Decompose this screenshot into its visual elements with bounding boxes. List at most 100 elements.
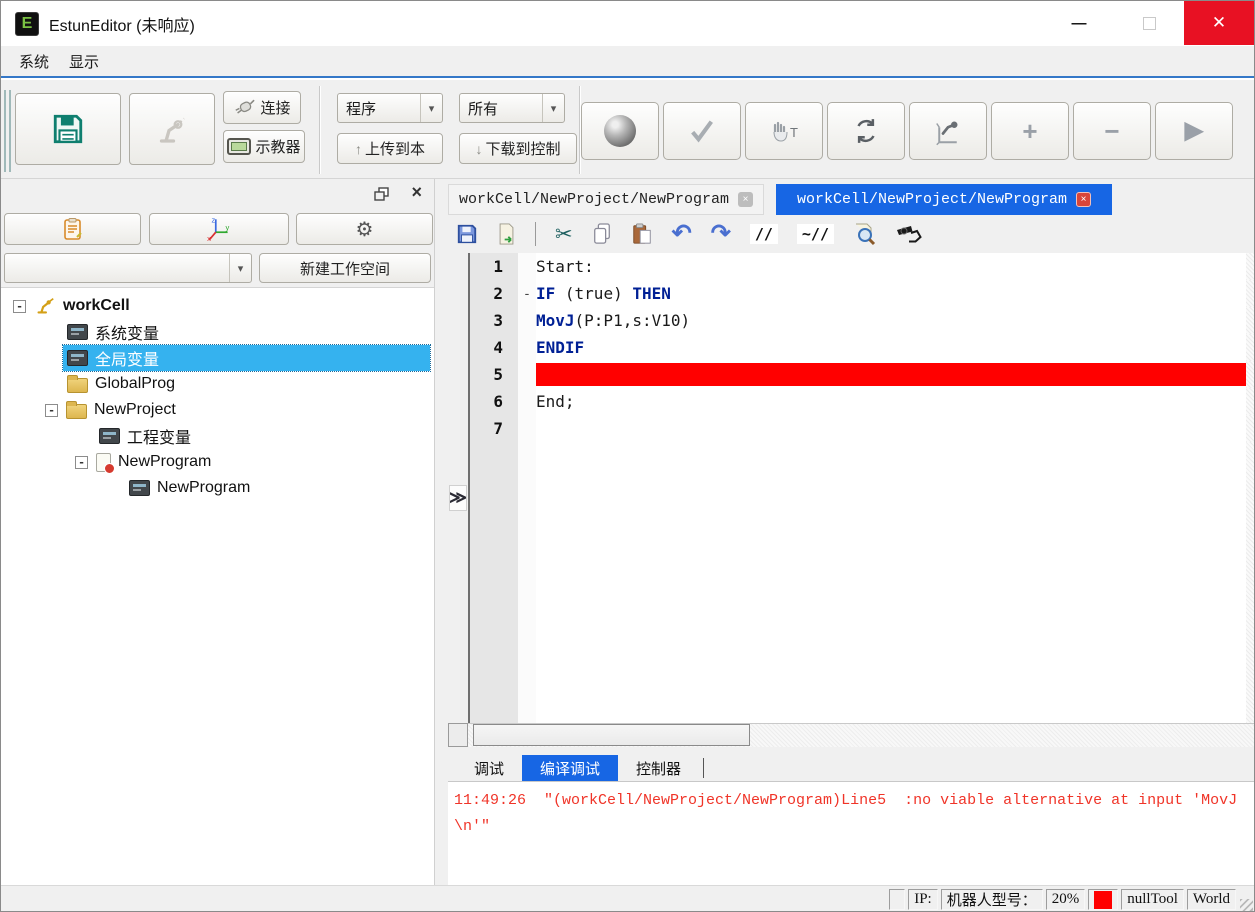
uncomment-button[interactable]: ~// (797, 224, 834, 244)
run-button[interactable]: ▶ (1155, 102, 1233, 160)
tab-controller[interactable]: 控制器 (618, 755, 699, 781)
expander-icon[interactable]: - (75, 456, 88, 469)
vertical-scrollbar-track[interactable] (1246, 361, 1255, 388)
paste-button[interactable] (631, 223, 653, 245)
tree-item-label: 全局变量 (95, 346, 159, 370)
robot-coordinate-button[interactable] (909, 102, 987, 160)
close-panel-icon[interactable]: × (411, 182, 422, 203)
code-line[interactable]: 3 MovJ(P:P1,s:V10) (470, 307, 1255, 334)
tree-item-global-vars[interactable]: 全局变量 (1, 345, 434, 371)
connect-button[interactable]: 连接 (223, 91, 301, 124)
expander-icon[interactable]: - (45, 404, 58, 417)
tab-close-icon[interactable]: × (1076, 192, 1091, 207)
settings-button[interactable]: ⚙ (296, 213, 433, 245)
workspace-select[interactable]: ▾ (4, 253, 252, 283)
code-area[interactable]: 1 Start: 2- IF (true) THEN 3 MovJ(P:P1,s… (468, 253, 1255, 723)
tree-item-newproject[interactable]: - NewProject (1, 397, 434, 423)
zoom-in-button[interactable]: + (991, 102, 1069, 160)
vertical-scrollbar-track[interactable] (1246, 280, 1255, 307)
close-button[interactable]: ✕ (1184, 1, 1254, 45)
toolbar-grip[interactable] (4, 90, 11, 172)
vertical-scrollbar-track[interactable] (1246, 388, 1255, 415)
vertical-scrollbar-track[interactable] (1246, 334, 1255, 361)
coordinate-frame-button[interactable]: zyx (149, 213, 289, 245)
expand-panel-button[interactable]: ≫ (449, 485, 467, 511)
tree-item-workcell[interactable]: - workCell (1, 293, 434, 319)
resize-grip-icon[interactable] (1240, 899, 1253, 912)
tree-item-globalprog[interactable]: GlobalProg (1, 371, 434, 397)
expander-icon[interactable]: - (13, 300, 26, 313)
menu-display[interactable]: 显示 (59, 51, 109, 72)
editor-tab-2-active[interactable]: workCell/NewProject/NewProgram × (776, 184, 1112, 215)
filter-select[interactable]: 所有 ▾ (459, 93, 565, 123)
tab-close-icon[interactable]: × (738, 192, 753, 207)
tree-item-label: 工程变量 (127, 424, 191, 448)
export-file-button[interactable] (497, 223, 516, 245)
find-button[interactable] (853, 222, 877, 246)
manual-mode-button[interactable]: T (745, 102, 823, 160)
variables-list-button[interactable] (4, 213, 141, 245)
compile-output-console[interactable]: 11:49:26 "(workCell/NewProject/NewProgra… (448, 781, 1255, 885)
code-text (536, 442, 1246, 723)
chevron-down-icon[interactable]: ▾ (420, 94, 442, 122)
vertical-scrollbar-track[interactable] (1246, 307, 1255, 334)
tree-item-newprogram[interactable]: - NewProgram (1, 449, 434, 475)
minimize-button[interactable]: — (1044, 1, 1114, 45)
download-to-controller-button[interactable]: ↓ 下载到控制 (459, 133, 577, 164)
teach-pendant-button[interactable]: 示教器 (223, 130, 305, 163)
program-select[interactable]: 程序 ▾ (337, 93, 443, 123)
editor-tab-1[interactable]: workCell/NewProject/NewProgram × (448, 184, 764, 215)
menu-system[interactable]: 系统 (9, 51, 59, 72)
check-button[interactable] (663, 102, 741, 160)
code-line-error[interactable]: 5 (470, 361, 1255, 388)
tree-item-project-vars[interactable]: 工程变量 (1, 423, 434, 449)
tab-label: workCell/NewProject/NewProgram (797, 191, 1067, 208)
zoom-out-button[interactable]: − (1073, 102, 1151, 160)
redo-button[interactable]: ↷ (711, 222, 731, 246)
code-area-filler[interactable] (470, 442, 1255, 723)
panel-splitter[interactable] (435, 179, 448, 885)
chevron-down-icon[interactable]: ▾ (229, 254, 251, 282)
editor-pane: workCell/NewProject/NewProgram × workCel… (448, 179, 1255, 885)
status-robot-model-label: 机器人型号： (941, 889, 1043, 910)
gutter-filler (470, 442, 518, 723)
tab-debug[interactable]: 调试 (456, 755, 522, 781)
scrollbar-thumb[interactable] (473, 724, 750, 746)
code-line[interactable]: 2- IF (true) THEN (470, 280, 1255, 307)
scrollbar-track[interactable] (468, 723, 1255, 747)
comment-button[interactable]: // (750, 224, 778, 244)
status-speed-percent: 20% (1046, 889, 1086, 910)
maximize-button[interactable] (1114, 1, 1184, 45)
save-file-button[interactable] (456, 223, 478, 245)
vertical-scrollbar-track[interactable] (1246, 253, 1255, 280)
float-panel-icon[interactable] (374, 187, 390, 202)
copy-button[interactable] (592, 223, 612, 245)
tree-item-system-vars[interactable]: 系统变量 (1, 319, 434, 345)
upload-to-local-button[interactable]: ↑ 上传到本 (337, 133, 443, 164)
cut-button[interactable]: ✂ (555, 222, 573, 247)
tab-compile-debug[interactable]: 编译调试 (522, 755, 618, 781)
new-workspace-button[interactable]: 新建工作空间 (259, 253, 431, 283)
robot-button[interactable] (129, 93, 215, 165)
monitor-camera-button[interactable] (896, 225, 922, 244)
program-file-icon (96, 453, 111, 472)
code-line[interactable]: 7 (470, 415, 1255, 442)
cycle-mode-button[interactable] (827, 102, 905, 160)
editor-tabbar: workCell/NewProject/NewProgram × workCel… (448, 184, 1255, 215)
record-button[interactable] (581, 102, 659, 160)
toolbar-separator (319, 86, 321, 174)
code-line[interactable]: 1 Start: (470, 253, 1255, 280)
fold-minus-icon[interactable]: - (518, 280, 536, 307)
code-line[interactable]: 6 End; (470, 388, 1255, 415)
chevron-down-icon[interactable]: ▾ (542, 94, 564, 122)
code-editor[interactable]: ≫ 1 Start: 2- IF (true) THEN 3 MovJ(P:P1… (448, 253, 1255, 723)
horizontal-scrollbar[interactable] (448, 723, 1255, 747)
svg-text:x: x (207, 234, 211, 242)
code-line[interactable]: 4 ENDIF (470, 334, 1255, 361)
undo-button[interactable]: ↶ (672, 222, 692, 246)
vertical-scrollbar-track[interactable] (1246, 442, 1255, 723)
vertical-scrollbar-track[interactable] (1246, 415, 1255, 442)
save-button[interactable] (15, 93, 121, 165)
tree-item-newprogram-vars[interactable]: NewProgram (1, 475, 434, 501)
monitor-icon (99, 428, 120, 444)
